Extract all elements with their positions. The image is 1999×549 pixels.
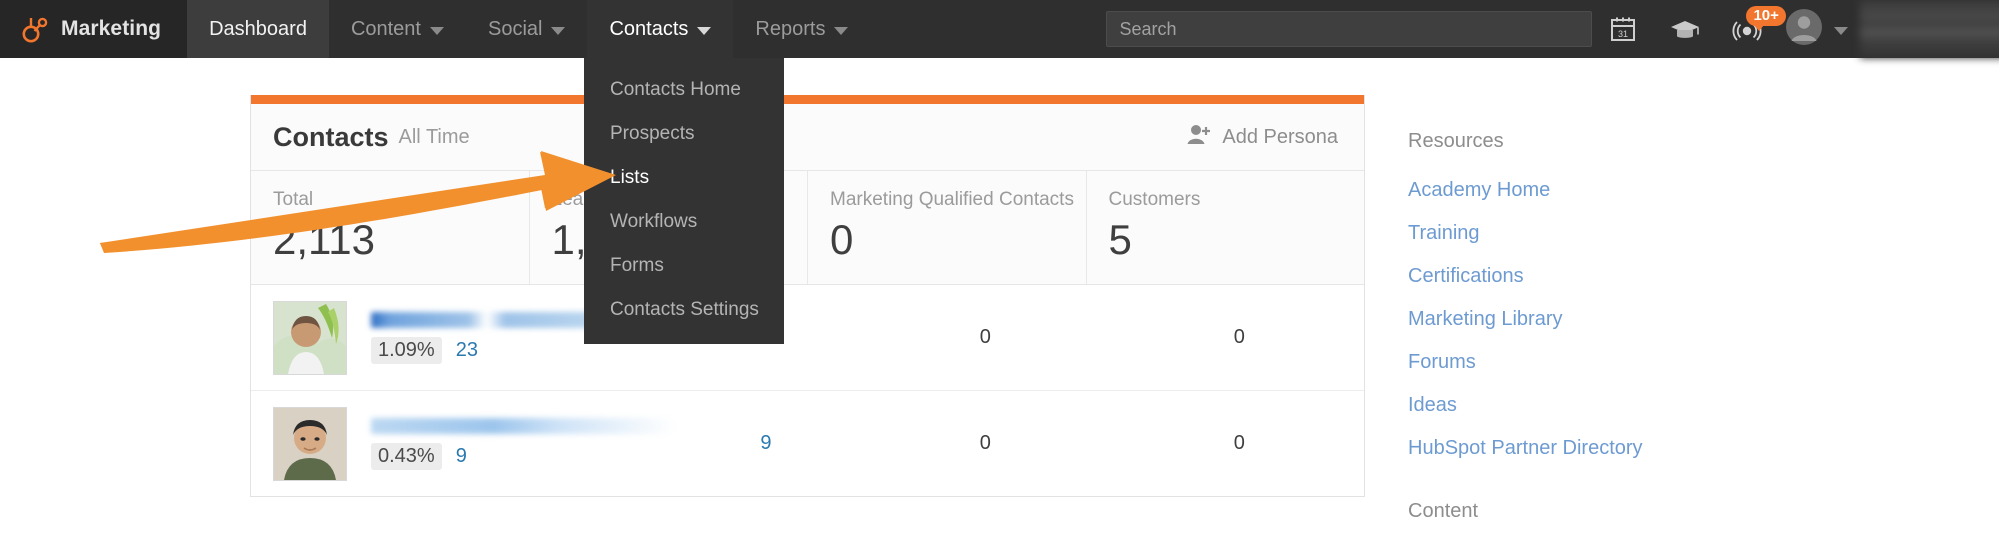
- nav-spacer: [870, 0, 1106, 58]
- stat-mqc-value: 0: [830, 215, 1086, 265]
- nav-item-reports[interactable]: Reports: [733, 0, 870, 58]
- nav-right-icons: 31 10+: [1592, 0, 1999, 58]
- account-menu-button[interactable]: [1778, 7, 1860, 52]
- account-name-redacted: [1860, 0, 1999, 58]
- stat-mqc-label: Marketing Qualified Contacts: [830, 189, 1086, 211]
- menu-item-prospects[interactable]: Prospects: [584, 112, 784, 156]
- avatar: [273, 407, 347, 481]
- menu-item-forms[interactable]: Forms: [584, 244, 784, 288]
- app-root: Marketing Dashboard Content Social Conta…: [0, 0, 1999, 529]
- persona-meta: 0.43% 9: [371, 443, 676, 470]
- chevron-down-icon: [834, 27, 848, 35]
- row-leads-value[interactable]: 9: [676, 432, 856, 455]
- table-row[interactable]: 1.09% 23 23 0 0: [251, 285, 1364, 391]
- card-accent-bar: [251, 95, 1364, 104]
- stat-customers-label: Customers: [1109, 189, 1365, 211]
- persona-percent-badge: 0.43%: [371, 443, 442, 470]
- menu-item-contacts-settings[interactable]: Contacts Settings: [584, 288, 784, 332]
- sidebar-link-training[interactable]: Training: [1408, 222, 1838, 245]
- nav-item-social[interactable]: Social: [466, 0, 587, 58]
- sidebar-link-hubspot-partner-directory[interactable]: HubSpot Partner Directory: [1408, 437, 1838, 460]
- sidebar-link-certifications[interactable]: Certifications: [1408, 265, 1838, 288]
- graduation-cap-icon[interactable]: [1654, 0, 1716, 58]
- row-mqc-value: 0: [856, 432, 1115, 455]
- nav-item-dashboard-label: Dashboard: [209, 18, 307, 41]
- nav-item-contacts-label: Contacts: [609, 18, 688, 41]
- menu-item-contacts-home[interactable]: Contacts Home: [584, 68, 784, 112]
- brand-label: Marketing: [61, 17, 161, 41]
- calendar-icon[interactable]: 31: [1592, 0, 1654, 58]
- add-persona-button[interactable]: Add Persona: [1187, 123, 1338, 151]
- row-mqc-value: 0: [856, 326, 1115, 349]
- nav-item-content[interactable]: Content: [329, 0, 466, 58]
- resources-sidebar: Resources Academy Home Training Certific…: [1408, 130, 1838, 549]
- hubspot-sprocket-logo-icon: [20, 14, 50, 44]
- chevron-down-icon: [551, 27, 565, 35]
- persona-info: 0.43% 9: [371, 418, 676, 470]
- stat-total-label: Total: [273, 189, 529, 211]
- stat-total-value: 2,113: [273, 215, 529, 265]
- nav-item-social-label: Social: [488, 18, 542, 41]
- menu-item-lists[interactable]: Lists: [584, 156, 784, 200]
- contacts-dropdown-menu: Contacts Home Prospects Lists Workflows …: [584, 58, 784, 344]
- avatar: [273, 301, 347, 375]
- nav-item-dashboard[interactable]: Dashboard: [187, 0, 329, 58]
- card-header: Contacts All Time Add Persona: [251, 104, 1364, 171]
- sidebar-link-marketing-library[interactable]: Marketing Library: [1408, 308, 1838, 331]
- contacts-card: Contacts All Time Add Persona Total 2,11…: [250, 95, 1365, 497]
- chevron-down-icon: [697, 27, 711, 35]
- notifications-icon[interactable]: 10+: [1716, 0, 1778, 58]
- search-container: [1106, 0, 1592, 58]
- stat-total: Total 2,113: [251, 171, 530, 284]
- user-avatar-icon: [1784, 7, 1824, 52]
- row-customers-value: 0: [1115, 326, 1364, 349]
- date-range-label: All Time: [399, 126, 470, 149]
- stats-row: Total 2,113 Leads 1, Marketing Qualified…: [251, 171, 1364, 285]
- chevron-down-icon: [1834, 27, 1848, 35]
- search-input[interactable]: [1106, 11, 1592, 47]
- persona-count-link[interactable]: 9: [456, 445, 467, 468]
- content-heading: Content: [1408, 500, 1838, 523]
- sidebar-link-academy-home[interactable]: Academy Home: [1408, 179, 1838, 202]
- top-navigation-bar: Marketing Dashboard Content Social Conta…: [0, 0, 1999, 58]
- stat-customers-value: 5: [1109, 215, 1365, 265]
- notification-count-badge: 10+: [1746, 6, 1785, 26]
- stat-marketing-qualified-contacts: Marketing Qualified Contacts 0: [808, 171, 1087, 284]
- chevron-down-icon: [430, 27, 444, 35]
- stat-customers: Customers 5: [1087, 171, 1365, 284]
- nav-item-contacts[interactable]: Contacts: [587, 0, 733, 58]
- nav-item-content-label: Content: [351, 18, 421, 41]
- persona-name-redacted: [371, 418, 676, 434]
- sidebar-link-forums[interactable]: Forums: [1408, 351, 1838, 374]
- menu-item-workflows[interactable]: Workflows: [584, 200, 784, 244]
- add-user-icon: [1187, 123, 1211, 151]
- add-persona-label: Add Persona: [1222, 126, 1338, 149]
- page-title: Contacts: [273, 122, 389, 153]
- resources-heading: Resources: [1408, 130, 1838, 153]
- persona-count-link[interactable]: 23: [456, 339, 478, 362]
- table-row[interactable]: 0.43% 9 9 0 0: [251, 391, 1364, 496]
- brand-home-link[interactable]: Marketing: [0, 0, 187, 58]
- nav-item-reports-label: Reports: [755, 18, 825, 41]
- row-customers-value: 0: [1115, 432, 1364, 455]
- persona-percent-badge: 1.09%: [371, 337, 442, 364]
- sidebar-link-ideas[interactable]: Ideas: [1408, 394, 1838, 417]
- svg-text:31: 31: [1618, 29, 1628, 39]
